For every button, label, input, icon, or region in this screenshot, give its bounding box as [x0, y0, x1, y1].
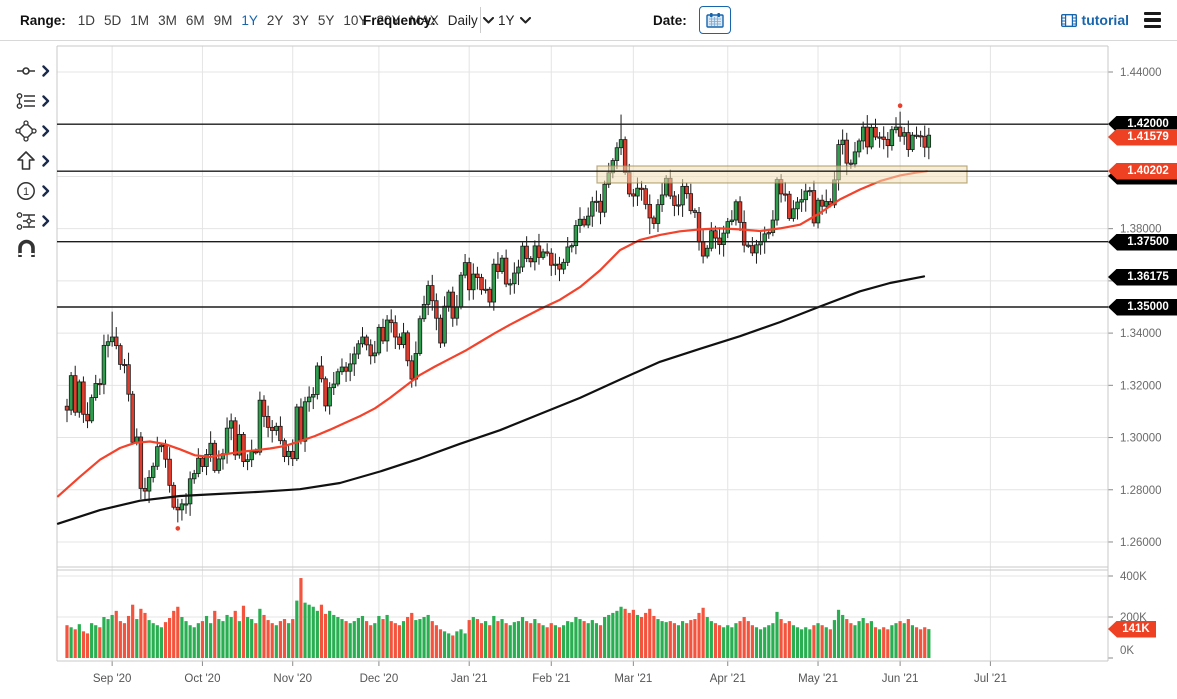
price-chart-canvas[interactable]: 1.440001.420001.400001.380001.360001.340… [0, 40, 1177, 699]
range-label: Range: [20, 12, 66, 28]
annotation-list-tool[interactable] [15, 90, 50, 112]
chevron-right-icon [42, 185, 50, 197]
shapes-tool-icon [15, 120, 37, 142]
x-axis-label: Feb '21 [532, 673, 570, 685]
magnet-tool-icon [18, 239, 35, 257]
range-button-9m[interactable]: 9M [214, 13, 233, 28]
x-axis-label: May '21 [798, 673, 838, 685]
y-axis-label: 1.30000 [1120, 433, 1162, 445]
y-axis-label: 1.44000 [1120, 67, 1162, 79]
y-axis-label: 1.26000 [1120, 537, 1162, 549]
toolbar-right-group: tutorial [1060, 0, 1163, 40]
price-badge: 1.40202 [1108, 162, 1177, 180]
y-axis-label: 1.28000 [1120, 485, 1162, 497]
chevron-down-icon [519, 16, 531, 23]
period-value: 1Y [498, 12, 515, 28]
top-toolbar: Range: 1D 5D 1M 3M 6M 9M 1Y 2Y 3Y 5Y 10Y 20Y MAX Fre… [0, 0, 1177, 41]
chevron-right-icon [42, 215, 50, 227]
tutorial-link[interactable]: tutorial [1060, 12, 1129, 28]
x-axis-label: Sep '20 [93, 673, 132, 685]
x-axis-label: Mar '21 [614, 673, 652, 685]
tutorial-label: tutorial [1081, 12, 1129, 28]
trendline-tool-icon [17, 67, 35, 75]
range-button-1d[interactable]: 1D [78, 13, 95, 28]
range-button-6m[interactable]: 6M [186, 13, 205, 28]
x-axis-label: Apr '21 [710, 673, 746, 685]
chevron-right-icon [42, 125, 50, 137]
range-button-3m[interactable]: 3M [158, 13, 177, 28]
number-label-tool-icon: 1 [17, 182, 35, 200]
magnet-tool[interactable] [15, 238, 37, 260]
shapes-tool[interactable] [15, 120, 50, 142]
frequency-label: Frequency: [363, 12, 436, 28]
chevron-right-icon [42, 95, 50, 107]
period-group: 1Y [498, 0, 531, 40]
x-axis-label: Nov '20 [273, 673, 312, 685]
chevron-right-icon [42, 155, 50, 167]
range-button-2y[interactable]: 2Y [267, 13, 284, 28]
price-badge: 141K [1108, 620, 1156, 638]
range-button-1m[interactable]: 1M [130, 13, 149, 28]
annotation-list-tool-icon [16, 93, 35, 109]
x-axis-label: Dec '20 [360, 673, 399, 685]
volume-axis-label: 400K [1120, 571, 1147, 583]
frequency-group: Frequency: Daily [363, 0, 494, 40]
fibonacci-tool[interactable] [15, 210, 50, 232]
range-button-1y[interactable]: 1Y [241, 13, 258, 28]
menu-icon[interactable] [1142, 10, 1163, 30]
trendline-tool[interactable] [15, 60, 50, 82]
toolbar-separator [480, 7, 481, 33]
date-group: Date: [653, 0, 731, 40]
price-badge: 1.37500 [1108, 233, 1177, 251]
number-label-tool[interactable]: 1 [15, 180, 50, 202]
x-axis-label: Jul '21 [974, 673, 1007, 685]
calendar-icon [706, 13, 724, 28]
svg-text:1: 1 [23, 186, 29, 198]
range-button-5y[interactable]: 5Y [318, 13, 335, 28]
price-badge: 1.35000 [1108, 298, 1177, 316]
volume-axis-label: 0K [1120, 645, 1134, 657]
chevron-down-icon [482, 16, 494, 23]
x-axis-label: Oct '20 [184, 673, 220, 685]
y-axis-label: 1.34000 [1120, 328, 1162, 340]
period-dropdown[interactable]: 1Y [498, 13, 531, 28]
frequency-value: Daily [447, 12, 478, 28]
film-icon [1060, 13, 1077, 27]
arrow-tool[interactable] [15, 150, 50, 172]
date-label: Date: [653, 12, 687, 28]
chevron-right-icon [42, 65, 50, 77]
date-picker-button[interactable] [698, 6, 731, 34]
price-badge: 1.41579 [1108, 128, 1177, 146]
x-axis-label: Jun '21 [882, 673, 919, 685]
price-badge: 1.36175 [1108, 268, 1177, 286]
range-button-5d[interactable]: 5D [104, 13, 121, 28]
frequency-dropdown[interactable]: Daily [448, 13, 494, 28]
drawing-tools-sidebar: 1 [0, 40, 56, 699]
range-button-3y[interactable]: 3Y [292, 13, 309, 28]
charting-app: Range: 1D 5D 1M 3M 6M 9M 1Y 2Y 3Y 5Y 10Y 20Y MAX Fre… [0, 0, 1177, 699]
fibonacci-tool-icon [16, 212, 35, 230]
arrow-tool-icon [17, 151, 35, 170]
y-axis-label: 1.32000 [1120, 380, 1162, 392]
x-axis-label: Jan '21 [451, 673, 488, 685]
